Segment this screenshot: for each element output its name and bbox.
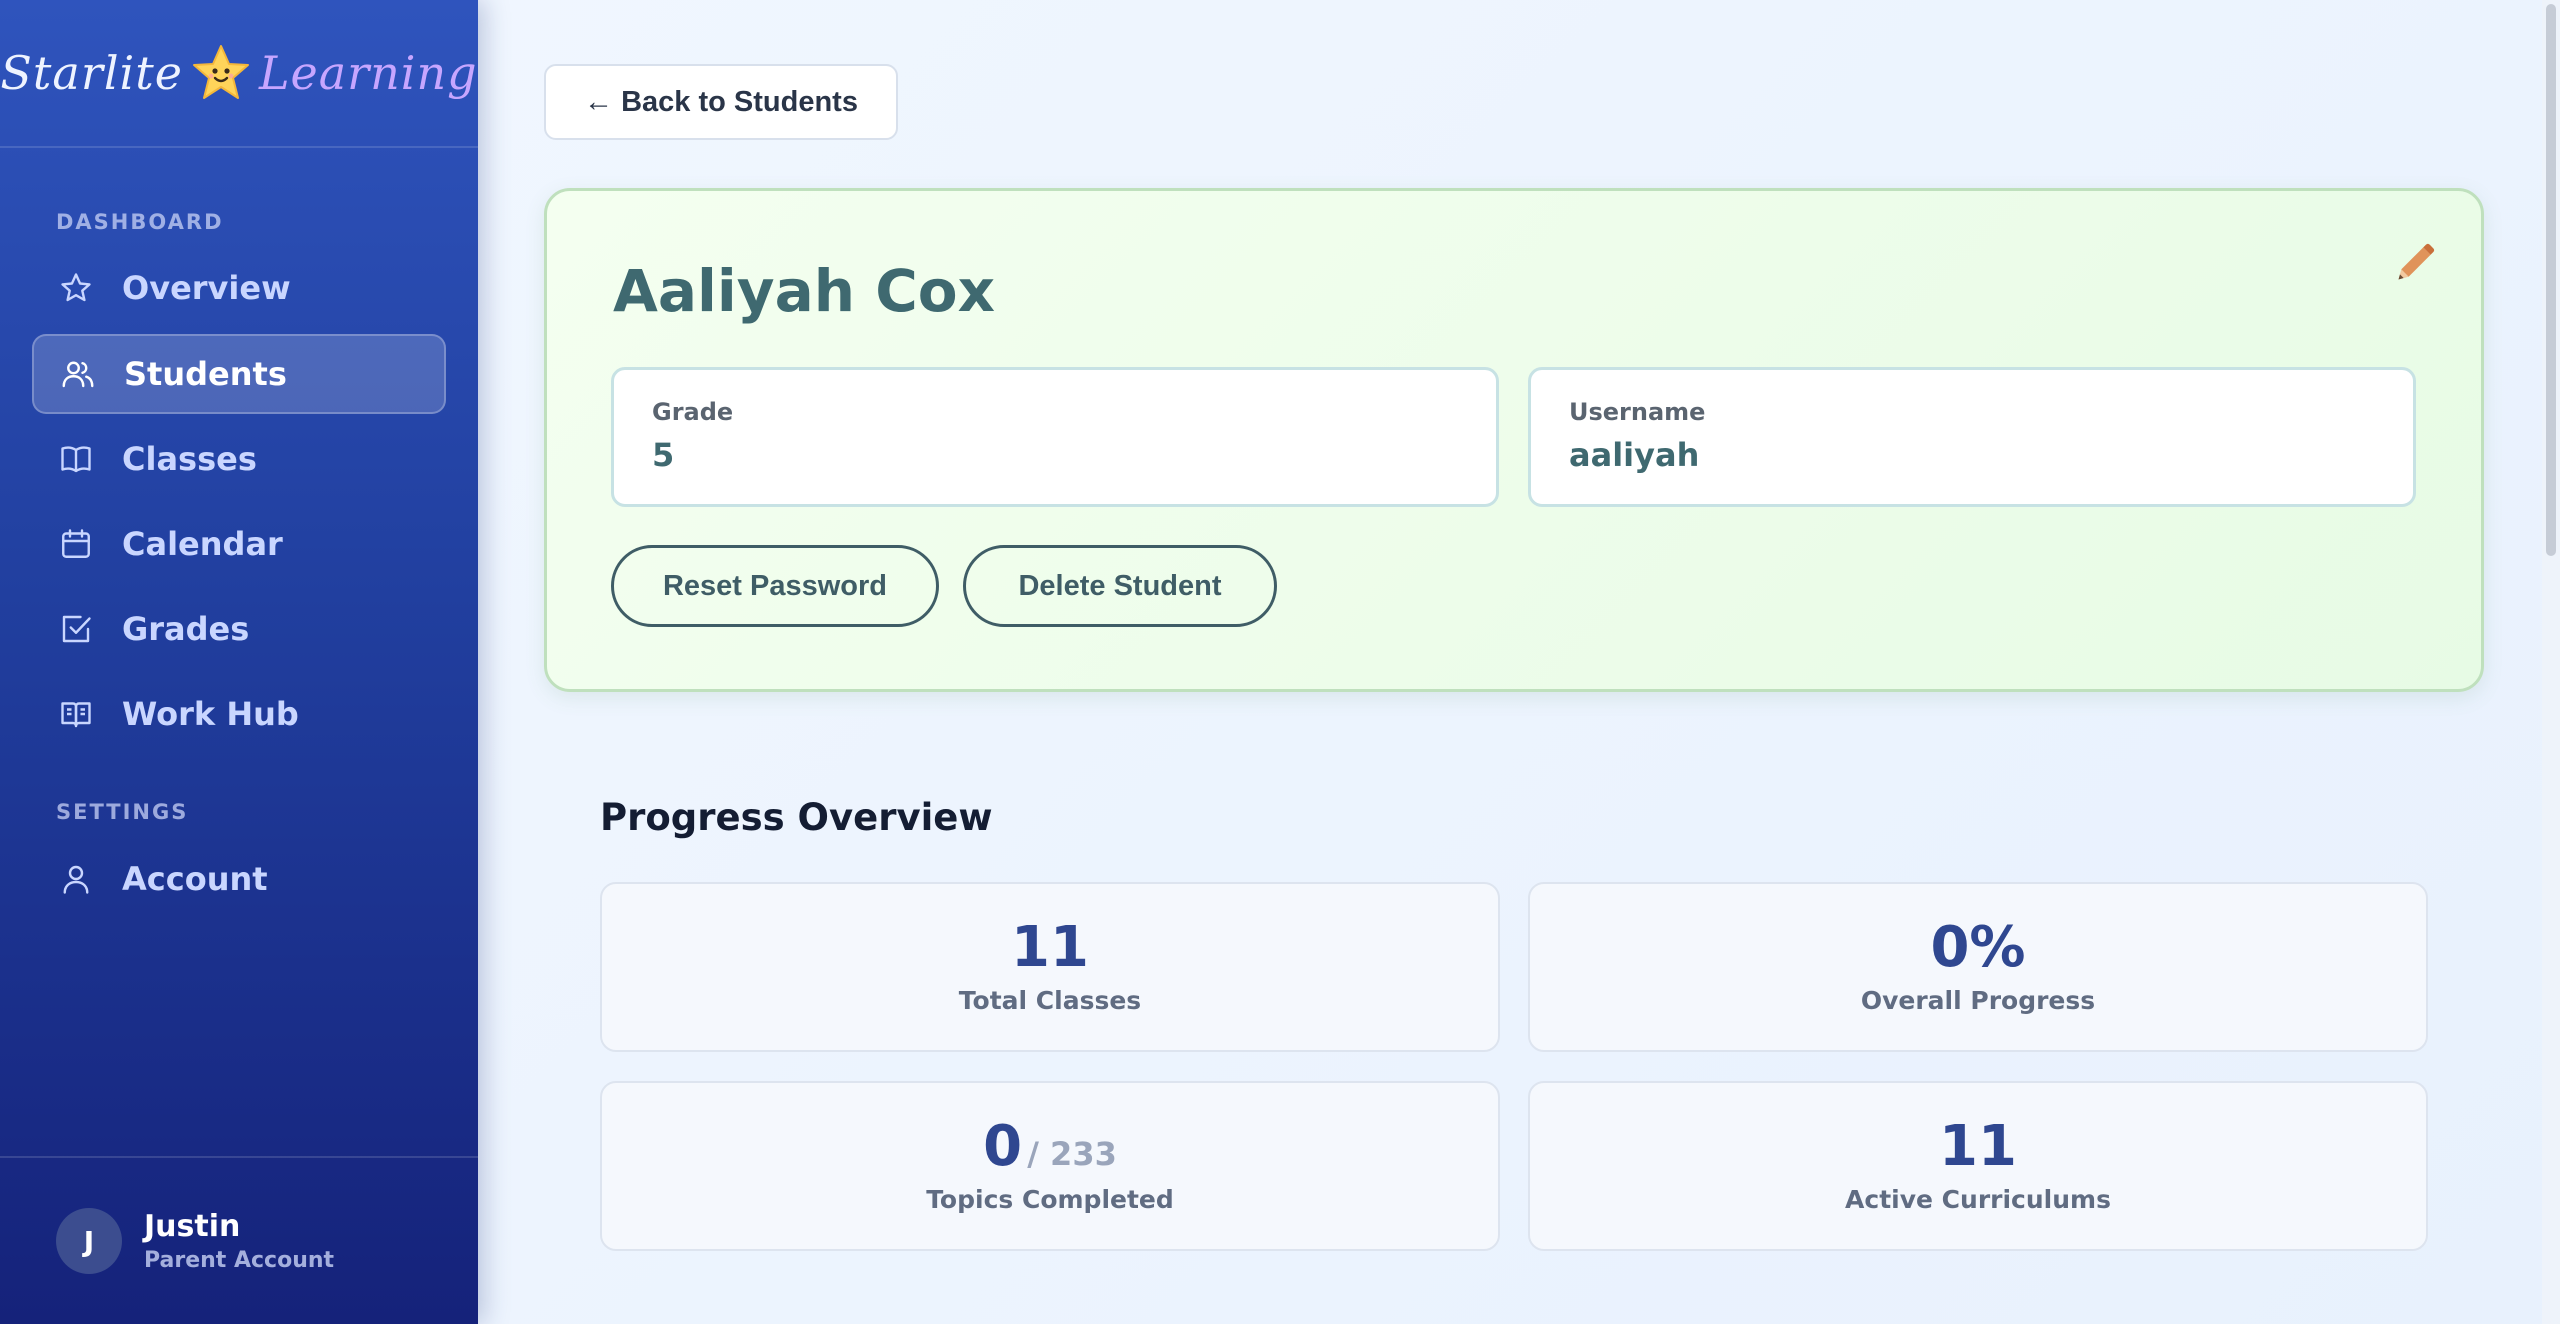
sidebar-item-label: Students — [124, 355, 287, 393]
sidebar-item-grades[interactable]: Grades — [32, 589, 446, 669]
grade-field: Grade 5 — [611, 367, 1499, 507]
sidebar-item-work-hub[interactable]: Work Hub — [32, 674, 446, 754]
stat-label: Overall Progress — [1860, 985, 2096, 1015]
stat-value: 0 — [983, 1113, 1023, 1179]
star-mascot-icon — [192, 45, 249, 99]
stat-label: Topics Completed — [926, 1184, 1174, 1214]
book-icon — [61, 446, 91, 473]
stat-card-total-classes: 11 Total Classes — [600, 882, 1500, 1052]
sidebar-item-label: Calendar — [122, 525, 283, 563]
username-label: Username — [1569, 398, 1706, 426]
logo-word-starlite: Starlite — [0, 46, 183, 100]
stat-card-active-curriculums: 11 Active Curriculums — [1528, 1081, 2428, 1251]
stat-card-topics-completed: 0 / 233 Topics Completed — [600, 1081, 1500, 1251]
section-label-settings: SETTINGS — [56, 800, 189, 824]
grade-value: 5 — [652, 436, 675, 474]
stat-value: 0% — [1930, 914, 2026, 980]
username-field: Username aaliyah — [1528, 367, 2416, 507]
grade-label: Grade — [652, 398, 734, 426]
stat-value: 11 — [1011, 914, 1089, 980]
delete-student-button[interactable]: Delete Student — [963, 545, 1277, 627]
calendar-icon — [62, 529, 90, 558]
student-name: Aaliyah Cox — [613, 257, 996, 325]
sidebar-item-label: Account — [122, 860, 268, 898]
sidebar-item-label: Overview — [122, 269, 291, 307]
stat-label: Active Curriculums — [1845, 1184, 2111, 1214]
reset-password-button[interactable]: Reset Password — [611, 545, 939, 627]
sidebar-item-overview[interactable]: Overview — [32, 248, 446, 328]
checkbox-icon — [62, 615, 91, 643]
users-icon — [62, 361, 94, 388]
sidebar: Starlite Learning DASHBOARD Overview Stu… — [0, 0, 478, 1324]
open-book-icon — [61, 702, 91, 728]
username-value: aaliyah — [1569, 436, 1700, 474]
sidebar-item-calendar[interactable]: Calendar — [32, 504, 446, 584]
user-info: Justin Parent Account — [144, 1209, 334, 1273]
sidebar-item-label: Classes — [122, 440, 257, 478]
pencil-icon[interactable] — [2393, 241, 2437, 285]
stat-total: / 233 — [1027, 1134, 1117, 1173]
user-icon — [63, 865, 89, 894]
sidebar-item-label: Grades — [122, 610, 250, 648]
stat-card-overall-progress: 0% Overall Progress — [1528, 882, 2428, 1052]
user-profile[interactable]: J Justin Parent Account — [0, 1156, 478, 1324]
stat-label: Total Classes — [958, 985, 1142, 1015]
star-icon — [61, 273, 91, 302]
stat-value-row: 0 / 233 — [983, 1118, 1117, 1175]
logo-word-learning: Learning — [258, 46, 478, 100]
scrollbar-thumb[interactable] — [2546, 4, 2556, 556]
user-role: Parent Account — [144, 1248, 335, 1273]
sidebar-item-label: Work Hub — [122, 695, 299, 733]
page-scrollbar[interactable] — [2542, 0, 2560, 1324]
sidebar-item-classes[interactable]: Classes — [32, 419, 446, 499]
user-name: Justin — [144, 1209, 241, 1244]
sidebar-item-account[interactable]: Account — [32, 839, 446, 919]
logo[interactable]: Starlite Learning — [0, 43, 477, 103]
progress-overview-title: Progress Overview — [600, 796, 993, 839]
back-to-students-button[interactable]: ← Back to Students — [544, 64, 898, 140]
sidebar-item-students[interactable]: Students — [32, 334, 446, 414]
logo-area: Starlite Learning — [0, 0, 478, 148]
avatar: J — [56, 1208, 122, 1274]
section-label-dashboard: DASHBOARD — [56, 210, 224, 234]
student-card: Aaliyah Cox Grade 5 Username aaliyah Res… — [544, 188, 2484, 692]
stat-value: 11 — [1939, 1113, 2017, 1179]
